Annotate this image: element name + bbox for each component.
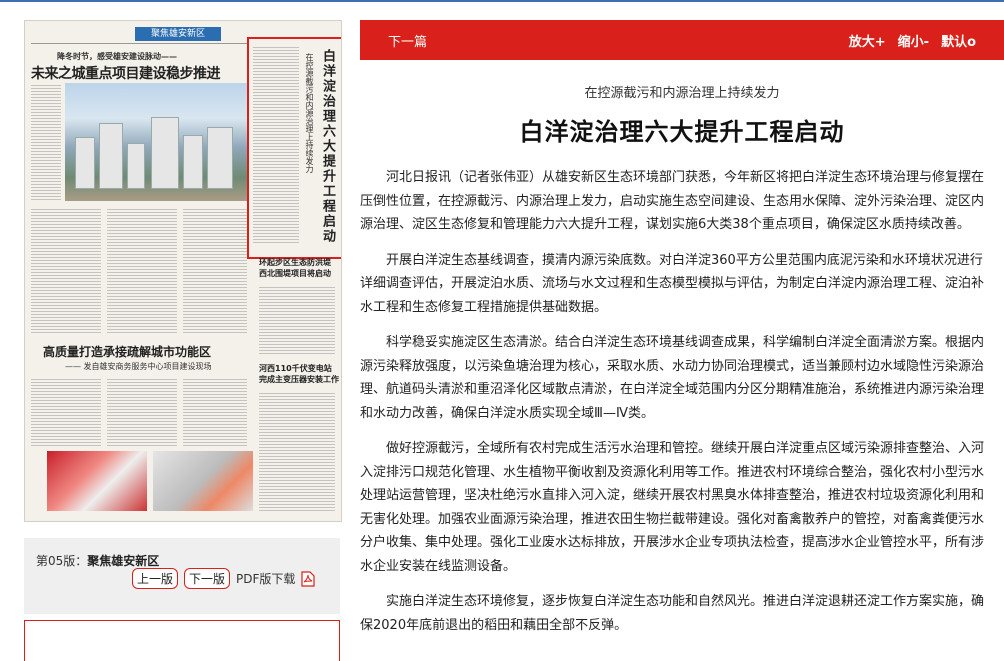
article-panel: 下一篇 放大+ 缩小- 默认o 在控源截污和内源治理上持续发力 白洋淀治理六大提… (360, 20, 1004, 633)
page-preview-panel: 聚焦雄安新区 降冬时节，感受雄安建设脉动—— 未来之城重点项目建设稳步推进 白洋… (24, 20, 342, 661)
article-toolbar: 下一篇 放大+ 缩小- 默认o (360, 20, 1004, 60)
page-photo-city (65, 83, 253, 201)
page-text-column (259, 285, 335, 355)
pdf-icon[interactable] (301, 570, 316, 587)
page-headline[interactable]: 未来之城重点项目建设稳步推进 (31, 63, 221, 83)
highlighted-article-area[interactable]: 白洋淀治理六大提升工程启动 在控源截污和内源治理上持续发力 (247, 37, 341, 259)
page-kicker: 降冬时节，感受雄安建设脉动—— (57, 52, 177, 61)
page-text-column (259, 391, 335, 511)
page-text-column (253, 45, 299, 245)
highlight-title: 白洋淀治理六大提升工程启动 (320, 49, 335, 244)
next-article-link[interactable]: 下一篇 (388, 31, 427, 50)
page-side-title[interactable]: 河西110千伏变电站 完成主变压器安装工作 (259, 363, 339, 385)
page-text-column (31, 207, 101, 335)
article-body: 河北日报讯（记者张伟亚）从雄安新区生态环境部门获悉，今年新区将把白洋淀生态环境治… (360, 166, 992, 649)
article-paragraph: 实施白洋淀生态环境修复，逐步恢复白洋淀生态功能和自然风光。推进白洋淀退耕还淀工作… (360, 594, 985, 633)
article-paragraph: 开展白洋淀生态基线调查，摸清内源污染底数。对白洋淀360平方公里范围内底泥污染和… (360, 252, 985, 315)
page-text-column (107, 207, 177, 335)
page-section-tag: 聚焦雄安新区 (135, 27, 221, 41)
zoom-in-button[interactable]: 放大+ (849, 31, 886, 50)
page-text-column (31, 377, 101, 447)
article-paragraph: 河北日报讯（记者张伟亚）从雄安新区生态环境部门获悉，今年新区将把白洋淀生态环境治… (360, 170, 985, 232)
page-text-column (31, 83, 61, 201)
pdf-download-link[interactable]: PDF版下载 (236, 570, 295, 587)
page-photo-site (153, 451, 253, 511)
edition-name: 聚焦雄安新区 (87, 554, 160, 568)
article-kicker: 在控源截污和内源治理上持续发力 (584, 86, 780, 101)
page-text-column (183, 207, 247, 335)
highlight-subtitle: 在控源截污和内源治理上持续发力 (305, 53, 314, 173)
page-text-column (183, 377, 247, 447)
edition-prefix: 第05版： (36, 554, 88, 568)
page-info-box: 第05版：聚焦雄安新区 上一版 下一版 PDF版下载 (24, 538, 340, 614)
article-paragraph: 做好控源截污，全域所有农村完成生活污水治理和管控。继续开展白洋淀重点区域污染源排… (360, 441, 985, 574)
page-text-column (107, 377, 177, 447)
edition-label: 第05版：聚焦雄安新区 (36, 552, 159, 569)
top-accent-line (0, 0, 1004, 2)
next-page-button[interactable]: 下一版 (184, 568, 231, 589)
page-nav: 上一版 下一版 PDF版下载 (132, 568, 316, 589)
newspaper-page-image[interactable]: 聚焦雄安新区 降冬时节，感受雄安建设脉动—— 未来之城重点项目建设稳步推进 白洋… (24, 20, 342, 522)
page-photo-workers (47, 451, 147, 511)
page-side-title[interactable]: 环起步区生态防洪堤 西北围堤项目将启动 (259, 257, 331, 279)
page-subheadline-sub: —— 发自雄安商务服务中心项目建设现场 (65, 362, 212, 371)
font-size-controls: 放大+ 缩小- 默认o (849, 31, 976, 50)
related-box (24, 620, 340, 661)
article-paragraph: 科学稳妥实施淀区生态清淤。结合白洋淀生态环境基线调查成果，科学编制白洋淀全面清淤… (360, 335, 985, 421)
article-title: 白洋淀治理六大提升工程启动 (519, 118, 845, 146)
prev-page-button[interactable]: 上一版 (132, 568, 179, 589)
page-subheadline[interactable]: 高质量打造承接疏解城市功能区 (43, 343, 211, 360)
default-size-button[interactable]: 默认o (941, 31, 976, 50)
zoom-out-button[interactable]: 缩小- (898, 31, 929, 50)
